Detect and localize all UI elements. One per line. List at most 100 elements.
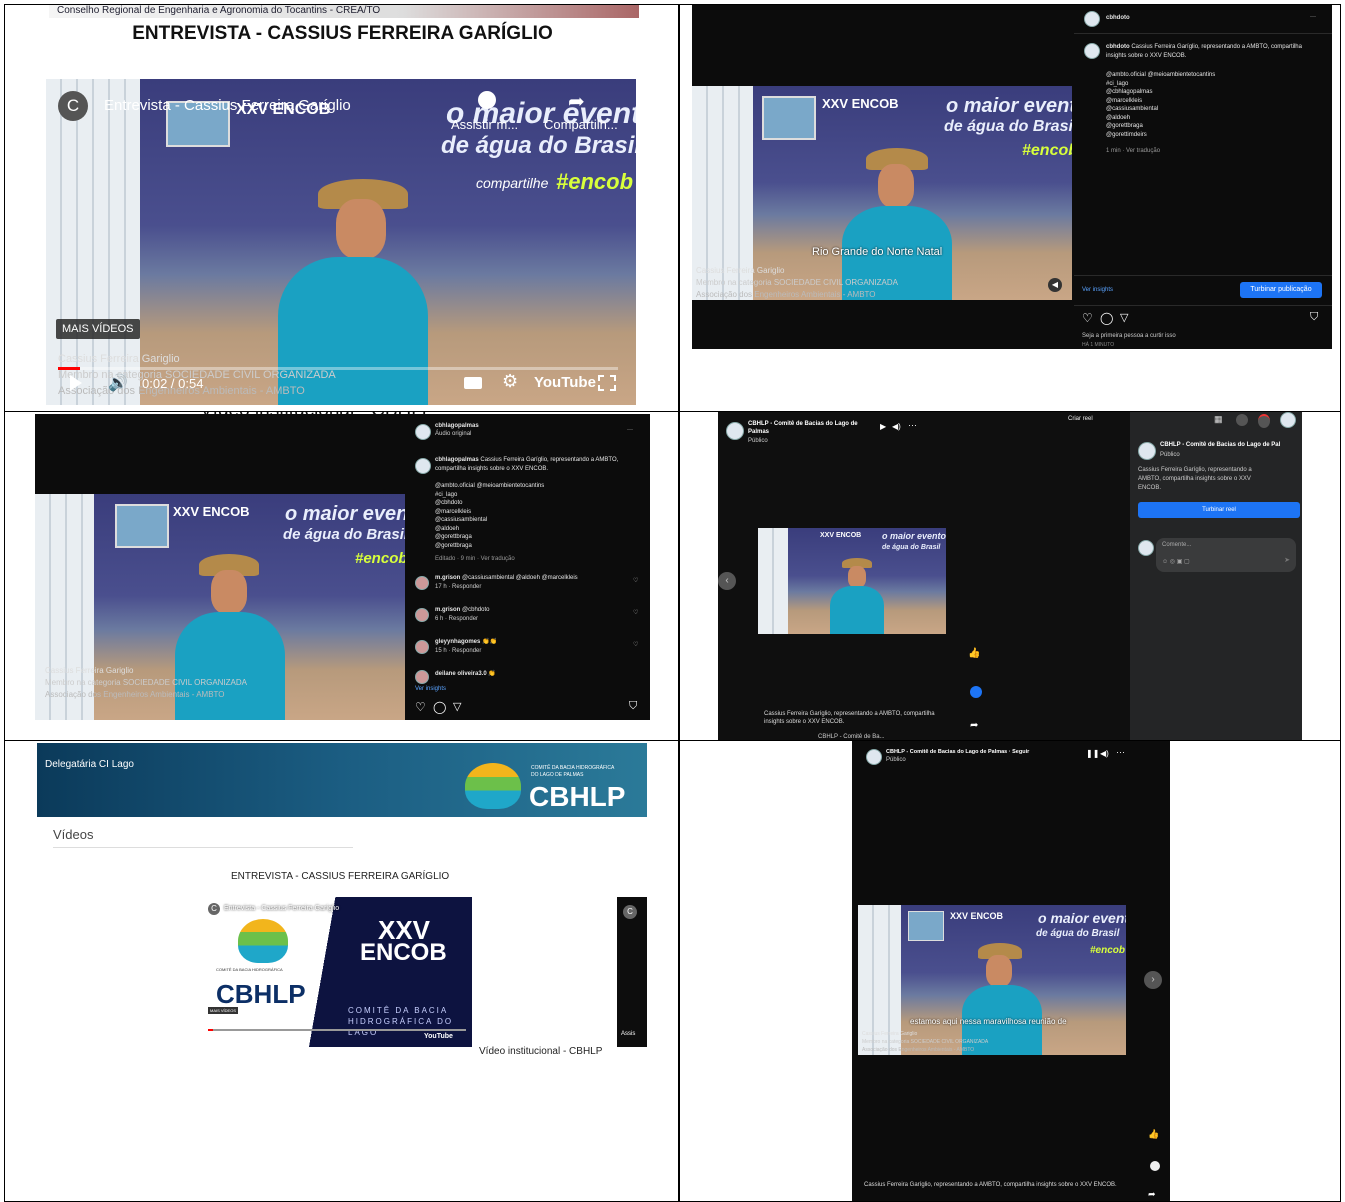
- page-avatar[interactable]: [1138, 442, 1156, 460]
- fb-video[interactable]: XXV ENCOB o maior evento de água do Bras…: [858, 905, 1126, 1055]
- tag[interactable]: @gorettbraga: [435, 542, 635, 551]
- channel-avatar[interactable]: C: [58, 91, 88, 121]
- caption-user[interactable]: cbhdoto: [1106, 44, 1130, 50]
- like-icon[interactable]: 👍: [1148, 1129, 1159, 1140]
- notifications-icon[interactable]: [1258, 414, 1270, 428]
- comment-user[interactable]: m.grison: [435, 575, 460, 581]
- more-options-icon[interactable]: ···: [1310, 13, 1316, 22]
- next-arrow-icon[interactable]: ›: [1144, 971, 1162, 989]
- instagram-video[interactable]: XXV ENCOB o maior evento de água do Bras…: [692, 86, 1072, 300]
- caption-avatar[interactable]: [415, 458, 431, 474]
- youtube-logo[interactable]: YouTube: [424, 1033, 453, 1040]
- share-label[interactable]: Compartilh...: [544, 117, 618, 132]
- tag[interactable]: @gorettbraga: [435, 533, 635, 542]
- youtube-logo[interactable]: YouTube: [534, 374, 596, 391]
- more-options-icon[interactable]: ···: [908, 420, 917, 430]
- comment-icon[interactable]: [1150, 1161, 1160, 1171]
- more-videos-button[interactable]: MAIS VÍDEOS: [56, 319, 140, 339]
- caption-avatar[interactable]: [1084, 43, 1100, 59]
- page-avatar[interactable]: [726, 422, 744, 440]
- mute-icon[interactable]: ◀: [1048, 278, 1062, 292]
- more-options-icon[interactable]: ···: [627, 426, 633, 435]
- account-name[interactable]: cbhdoto: [1106, 14, 1130, 23]
- play-icon[interactable]: [70, 375, 82, 391]
- watch-later-icon[interactable]: [478, 91, 496, 109]
- comment-like-icon[interactable]: ♡: [633, 577, 638, 584]
- tag[interactable]: @cassiusambiental: [435, 516, 635, 525]
- ver-insights-link[interactable]: Ver insights: [415, 686, 446, 692]
- play-icon[interactable]: ▶: [880, 422, 886, 431]
- profile-avatar[interactable]: [1280, 412, 1296, 428]
- share-icon[interactable]: ➦: [970, 720, 978, 731]
- like-icon[interactable]: ♡: [415, 700, 426, 714]
- reel-video[interactable]: XXV ENCOB o maior evento de água do Bras…: [758, 528, 946, 634]
- audio-label[interactable]: Áudio original: [435, 431, 471, 437]
- progress-track[interactable]: [58, 367, 618, 370]
- tag[interactable]: @cbhdoto: [435, 499, 635, 508]
- emoji-tools-icon[interactable]: ☺ ◎ ▣ ▢: [1162, 558, 1190, 565]
- tag[interactable]: @gorettimdeirs: [1106, 131, 1316, 140]
- embedded-video-thumbnail[interactable]: C Entrevista - Cassius Ferreira Garíglio…: [202, 897, 472, 1047]
- pause-icon[interactable]: ❚❚: [1086, 749, 1099, 758]
- channel-avatar[interactable]: C: [208, 903, 220, 915]
- video-title[interactable]: Entrevista - Cassius Ferreira Garíglio: [104, 97, 351, 114]
- save-icon[interactable]: ⛉: [1310, 311, 1318, 324]
- like-icon[interactable]: 👍: [968, 648, 980, 659]
- assist-label[interactable]: Assis: [621, 1031, 635, 1037]
- share-icon[interactable]: ▽: [1120, 311, 1128, 324]
- side-page-name[interactable]: CBHLP - Comitê de Bacias do Lago de Pal: [1160, 442, 1280, 448]
- tag[interactable]: @gorettbraga: [1106, 122, 1316, 131]
- tag[interactable]: @aldoeh: [435, 525, 635, 534]
- more-videos-button[interactable]: MAIS VÍDEOS: [208, 1007, 239, 1014]
- tag[interactable]: @marcelkleis: [435, 508, 635, 517]
- play-icon[interactable]: ▶ ◀): [212, 1034, 227, 1042]
- boost-reel-button[interactable]: Turbinar reel: [1138, 502, 1300, 518]
- comment-user[interactable]: gleyynhagomes: [435, 639, 480, 645]
- progress-track[interactable]: [208, 1029, 466, 1031]
- comment-user[interactable]: deilane oliveira3.0: [435, 671, 487, 677]
- page-name[interactable]: CBHLP - Comitê de Bacias do Lago de Palm…: [748, 420, 858, 436]
- boost-post-button[interactable]: Turbinar publicação: [1240, 282, 1322, 298]
- ver-insights-link[interactable]: Ver insights: [1082, 287, 1113, 293]
- fullscreen-icon[interactable]: [598, 375, 616, 391]
- share-icon[interactable]: ➦: [1148, 1189, 1156, 1200]
- tag[interactable]: @ambto.oficial @meioambientetocantins: [435, 482, 635, 491]
- comment-meta[interactable]: 15 h · Responder: [435, 648, 481, 654]
- like-icon[interactable]: ♡: [1082, 311, 1093, 325]
- page-avatar[interactable]: [866, 749, 882, 765]
- tag[interactable]: #ci_lago: [435, 491, 635, 500]
- instagram-video[interactable]: XXV ENCOB o maior evento de água do Bras…: [35, 494, 405, 720]
- comment-meta[interactable]: 6 h · Responder: [435, 616, 478, 622]
- comment-avatar[interactable]: [415, 670, 429, 684]
- save-icon[interactable]: ⛉: [629, 700, 637, 713]
- watch-later-label[interactable]: Assistir m...: [451, 117, 518, 132]
- tag[interactable]: @cbhlagopalmas: [1106, 88, 1316, 97]
- comment-avatar[interactable]: [415, 640, 429, 654]
- grid-icon[interactable]: ▦: [1214, 414, 1223, 425]
- account-avatar[interactable]: [415, 424, 431, 440]
- account-name[interactable]: cbhlagopalmas: [435, 422, 479, 431]
- comment-icon[interactable]: ◯: [433, 700, 446, 714]
- comment-avatar[interactable]: [415, 608, 429, 622]
- comment-user[interactable]: m.grison: [435, 607, 460, 613]
- comment-input[interactable]: Comente... ☺ ◎ ▣ ▢ ➤: [1156, 538, 1296, 572]
- youtube-player[interactable]: XXV ENCOB o maior evento de água do Bras…: [46, 79, 636, 405]
- send-icon[interactable]: ➤: [1284, 556, 1290, 564]
- volume-icon[interactable]: 🔊: [108, 373, 128, 393]
- comment-avatar[interactable]: [415, 576, 429, 590]
- tag[interactable]: #ci_lago: [1106, 80, 1316, 89]
- prev-arrow-icon[interactable]: ‹: [718, 572, 736, 590]
- messenger-icon[interactable]: [1236, 414, 1248, 426]
- share-icon[interactable]: ▽: [453, 700, 461, 713]
- volume-icon[interactable]: ◀): [892, 422, 901, 431]
- comment-icon[interactable]: [970, 686, 982, 698]
- tag[interactable]: @cassiusambiental: [1106, 105, 1316, 114]
- page-name[interactable]: CBHLP - Comitê de Bacias do Lago de Palm…: [886, 749, 1029, 755]
- tag[interactable]: @marcelkleis: [1106, 97, 1316, 106]
- create-reel-button[interactable]: Criar reel: [1068, 416, 1093, 422]
- settings-icon[interactable]: ⚙: [502, 371, 518, 392]
- share-icon[interactable]: ➦: [568, 89, 585, 114]
- comment-icon[interactable]: ◯: [1100, 311, 1113, 325]
- tag[interactable]: @ambto.oficial @meioambientetocantins: [1106, 71, 1316, 80]
- caption-user[interactable]: cbhlagopalmas: [435, 457, 479, 463]
